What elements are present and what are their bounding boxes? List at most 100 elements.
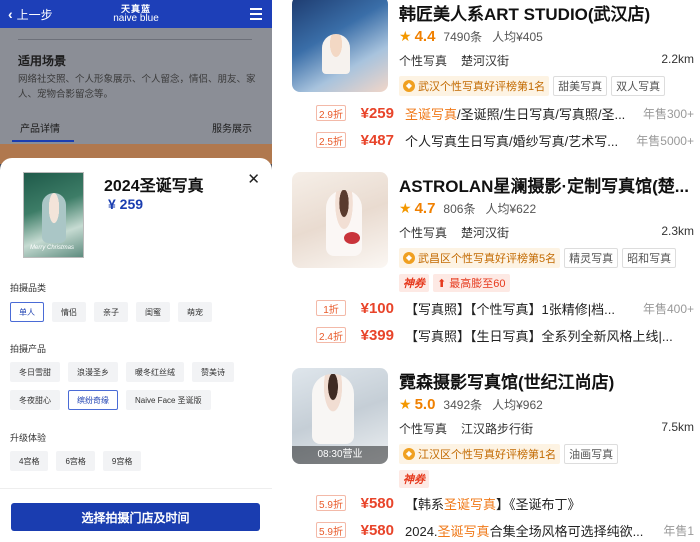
shop-category: 个性写真 [399,422,448,436]
option-9-grid[interactable]: 9宫格 [102,451,142,471]
option-winter-snow[interactable]: 冬日雪甜 [10,362,60,382]
shop-name[interactable]: ASTROLAN星澜摄影·定制写真馆(楚... [399,172,689,197]
tag-chip: 精灵写真 [564,248,619,268]
deal-row[interactable]: 1折 ¥100 【写真照】【个性写真】1张精修|档... 年售400+ [272,298,700,318]
shop-list: 韩匠美人系ART STUDIO(武汉店) ★ 4.4 7490条 人均¥405 … [272,0,700,542]
tag-chip: 昭和写真 [622,248,677,268]
bottom-sheet: Merry Christmas 2024圣诞写真 ¥ 259 ✕ 拍摄品类 单人… [0,158,272,542]
deal-price: ¥399 [360,326,394,344]
product-price: ¥ 259 [108,196,144,212]
option-colorful[interactable]: 缤纷奇缘 [68,390,118,410]
hours-label: 08:30营业 [292,446,388,464]
coupon-badge[interactable]: 神券 [399,470,429,488]
shop-meta: 个性写真 楚河汉街 2.3km [399,224,694,241]
max-boost-text: 最高膨至60 [449,278,506,290]
menu-icon[interactable] [250,8,262,23]
deal-description: 2024.圣诞写真合集全场风格可选择纯欲... [405,523,644,539]
deal-sold: 年售400+ [642,301,694,316]
review-count: 3492条 [443,398,483,412]
option-couple[interactable]: 情侣 [52,302,86,322]
medal-icon: ◆ [403,80,415,92]
select-store-time-button[interactable]: 选择拍摄门店及时间 [11,503,260,531]
shop-category: 个性写真 [399,54,448,68]
deal-description: 【韩系圣诞写真】《圣诞布丁》 [405,496,581,512]
background-page: 适用场景 网络社交照、个人形象展示、个人留念，情侣、朋友、家人、宠物合影留念等。… [0,28,272,164]
shop-rating: ★ 5.0 3492条 人均¥962 [399,396,543,413]
option-6-grid[interactable]: 6宫格 [56,451,95,471]
option-group-category: 单人 情侣 亲子 闺蜜 萌宠 [10,302,264,322]
option-romantic[interactable]: 浪漫圣乡 [68,362,118,382]
option-pet[interactable]: 萌宠 [178,302,212,322]
deal-row[interactable]: 2.4折 ¥399 【写真照】【生日写真】全系列全新风格上线|... [272,325,700,345]
shop-meta: 个性写真 江汉路步行街 7.5km [399,420,694,437]
back-button[interactable]: ‹ 上一步 [8,6,53,23]
discount-badge: 5.9折 [316,522,346,538]
option-parent-child[interactable]: 亲子 [94,302,128,322]
shop-area: 江汉路步行街 [461,422,534,436]
review-count: 806条 [443,202,476,216]
section-text: 网络社交照、个人形象展示、个人留念，情侣、朋友、家人、宠物合影留念等。 [18,74,256,100]
shop-thumbnail[interactable] [292,0,388,92]
product-sheet-panel: ‹ 上一步 天真蓝 naive blue 适用场景 网络社交照、个人形象展示、个… [0,0,272,542]
deal-price: ¥580 [360,521,394,539]
option-hymn[interactable]: 赞美诗 [192,362,234,382]
section-title: 适用场景 [18,54,67,68]
tab-service-display[interactable]: 服务展示 [212,120,252,135]
top-bar: ‹ 上一步 天真蓝 naive blue [0,0,272,28]
medal-icon: ◆ [403,448,415,460]
group-label-product: 拍摄产品 [10,344,47,354]
tag-chip: 甜美写真 [553,76,608,96]
tag-chip: 油画写真 [564,444,619,464]
deal-row[interactable]: 2.9折 ¥259 圣诞写真/圣诞照/生日写真/写真照/圣... 年售300+ [272,103,700,123]
shop-distance: 7.5km [661,420,694,434]
option-group-product: 冬日雪甜 浪漫圣乡 暖冬红丝绒 赞美诗 冬夜甜心 缤纷奇缘 Naive Face… [10,362,264,410]
deal-sold: 年售5000+ [636,133,694,148]
tag-chip: 双人写真 [611,76,666,96]
shop-category: 个性写真 [399,226,448,240]
option-red-velvet[interactable]: 暖冬红丝绒 [126,362,184,382]
shop-area: 楚河汉街 [461,226,510,240]
avg-price: 人均¥962 [492,398,543,412]
deal-price: ¥259 [360,104,394,122]
product-poster: Merry Christmas [23,172,84,258]
shop-thumbnail[interactable] [292,172,388,268]
back-label: 上一步 [16,7,53,22]
deal-row[interactable]: 2.5折 ¥487 个人写真生日写真/婚纱写真/艺术写... 年售5000+ [272,130,700,150]
product-title: 2024圣诞写真 [104,178,204,195]
shop-thumbnail[interactable]: 08:30营业 [292,368,388,464]
rank-badge[interactable]: ◆ 江汉区个性写真好评榜第1名 [399,444,561,464]
discount-badge: 2.9折 [316,105,346,121]
rank-text: 江汉区个性写真好评榜第1名 [418,449,557,461]
tab-product-details[interactable]: 产品详情 [20,120,60,135]
option-bestie[interactable]: 闺蜜 [136,302,170,322]
option-winter-sweet[interactable]: 冬夜甜心 [10,390,60,410]
divider [18,36,252,40]
deal-price: ¥580 [360,494,394,512]
rank-badge[interactable]: ◆ 武昌区个性写真好评榜第5名 [399,248,561,268]
option-naive-face[interactable]: Naive Face 圣诞版 [126,390,211,410]
close-icon[interactable]: ✕ [247,170,260,188]
poster-script: Merry Christmas [30,245,75,251]
coupon-badges: 神券 [399,470,429,488]
deal-description: 【写真照】【生日写真】全系列全新风格上线|... [405,328,673,344]
coupon-badges: 神券 ⬆ 最高膨至60 [399,274,510,292]
shop-distance: 2.2km [661,52,694,66]
shop-meta: 个性写真 楚河汉街 2.2km [399,52,694,69]
deal-price: ¥487 [360,131,394,149]
deal-description: 圣诞写真/圣诞照/生日写真/写真照/圣... [405,104,637,123]
rank-badge[interactable]: ◆ 武汉个性写真好评榜第1名 [399,76,550,96]
option-4-grid[interactable]: 4宫格 [10,451,49,471]
deal-row[interactable]: 5.9折 ¥580 2024.圣诞写真合集全场风格可选择纯欲... 年售1 [272,520,700,540]
arrow-up-icon: ⬆ [437,278,447,290]
shop-name[interactable]: 霓森摄影写真馆(世纪江尚店) [399,368,614,393]
rating-score: 4.7 [414,200,436,217]
option-single[interactable]: 单人 [10,302,44,322]
coupon-badge[interactable]: 神券 [399,274,429,292]
discount-badge: 2.5折 [316,132,346,148]
deal-sold: 年售1 [663,523,694,538]
avg-price: 人均¥405 [492,30,543,44]
rating-score: 4.4 [414,28,436,45]
avg-price: 人均¥622 [485,202,537,216]
deal-row[interactable]: 5.9折 ¥580 【韩系圣诞写真】《圣诞布丁》 [272,493,700,513]
shop-name[interactable]: 韩匠美人系ART STUDIO(武汉店) [399,0,650,25]
